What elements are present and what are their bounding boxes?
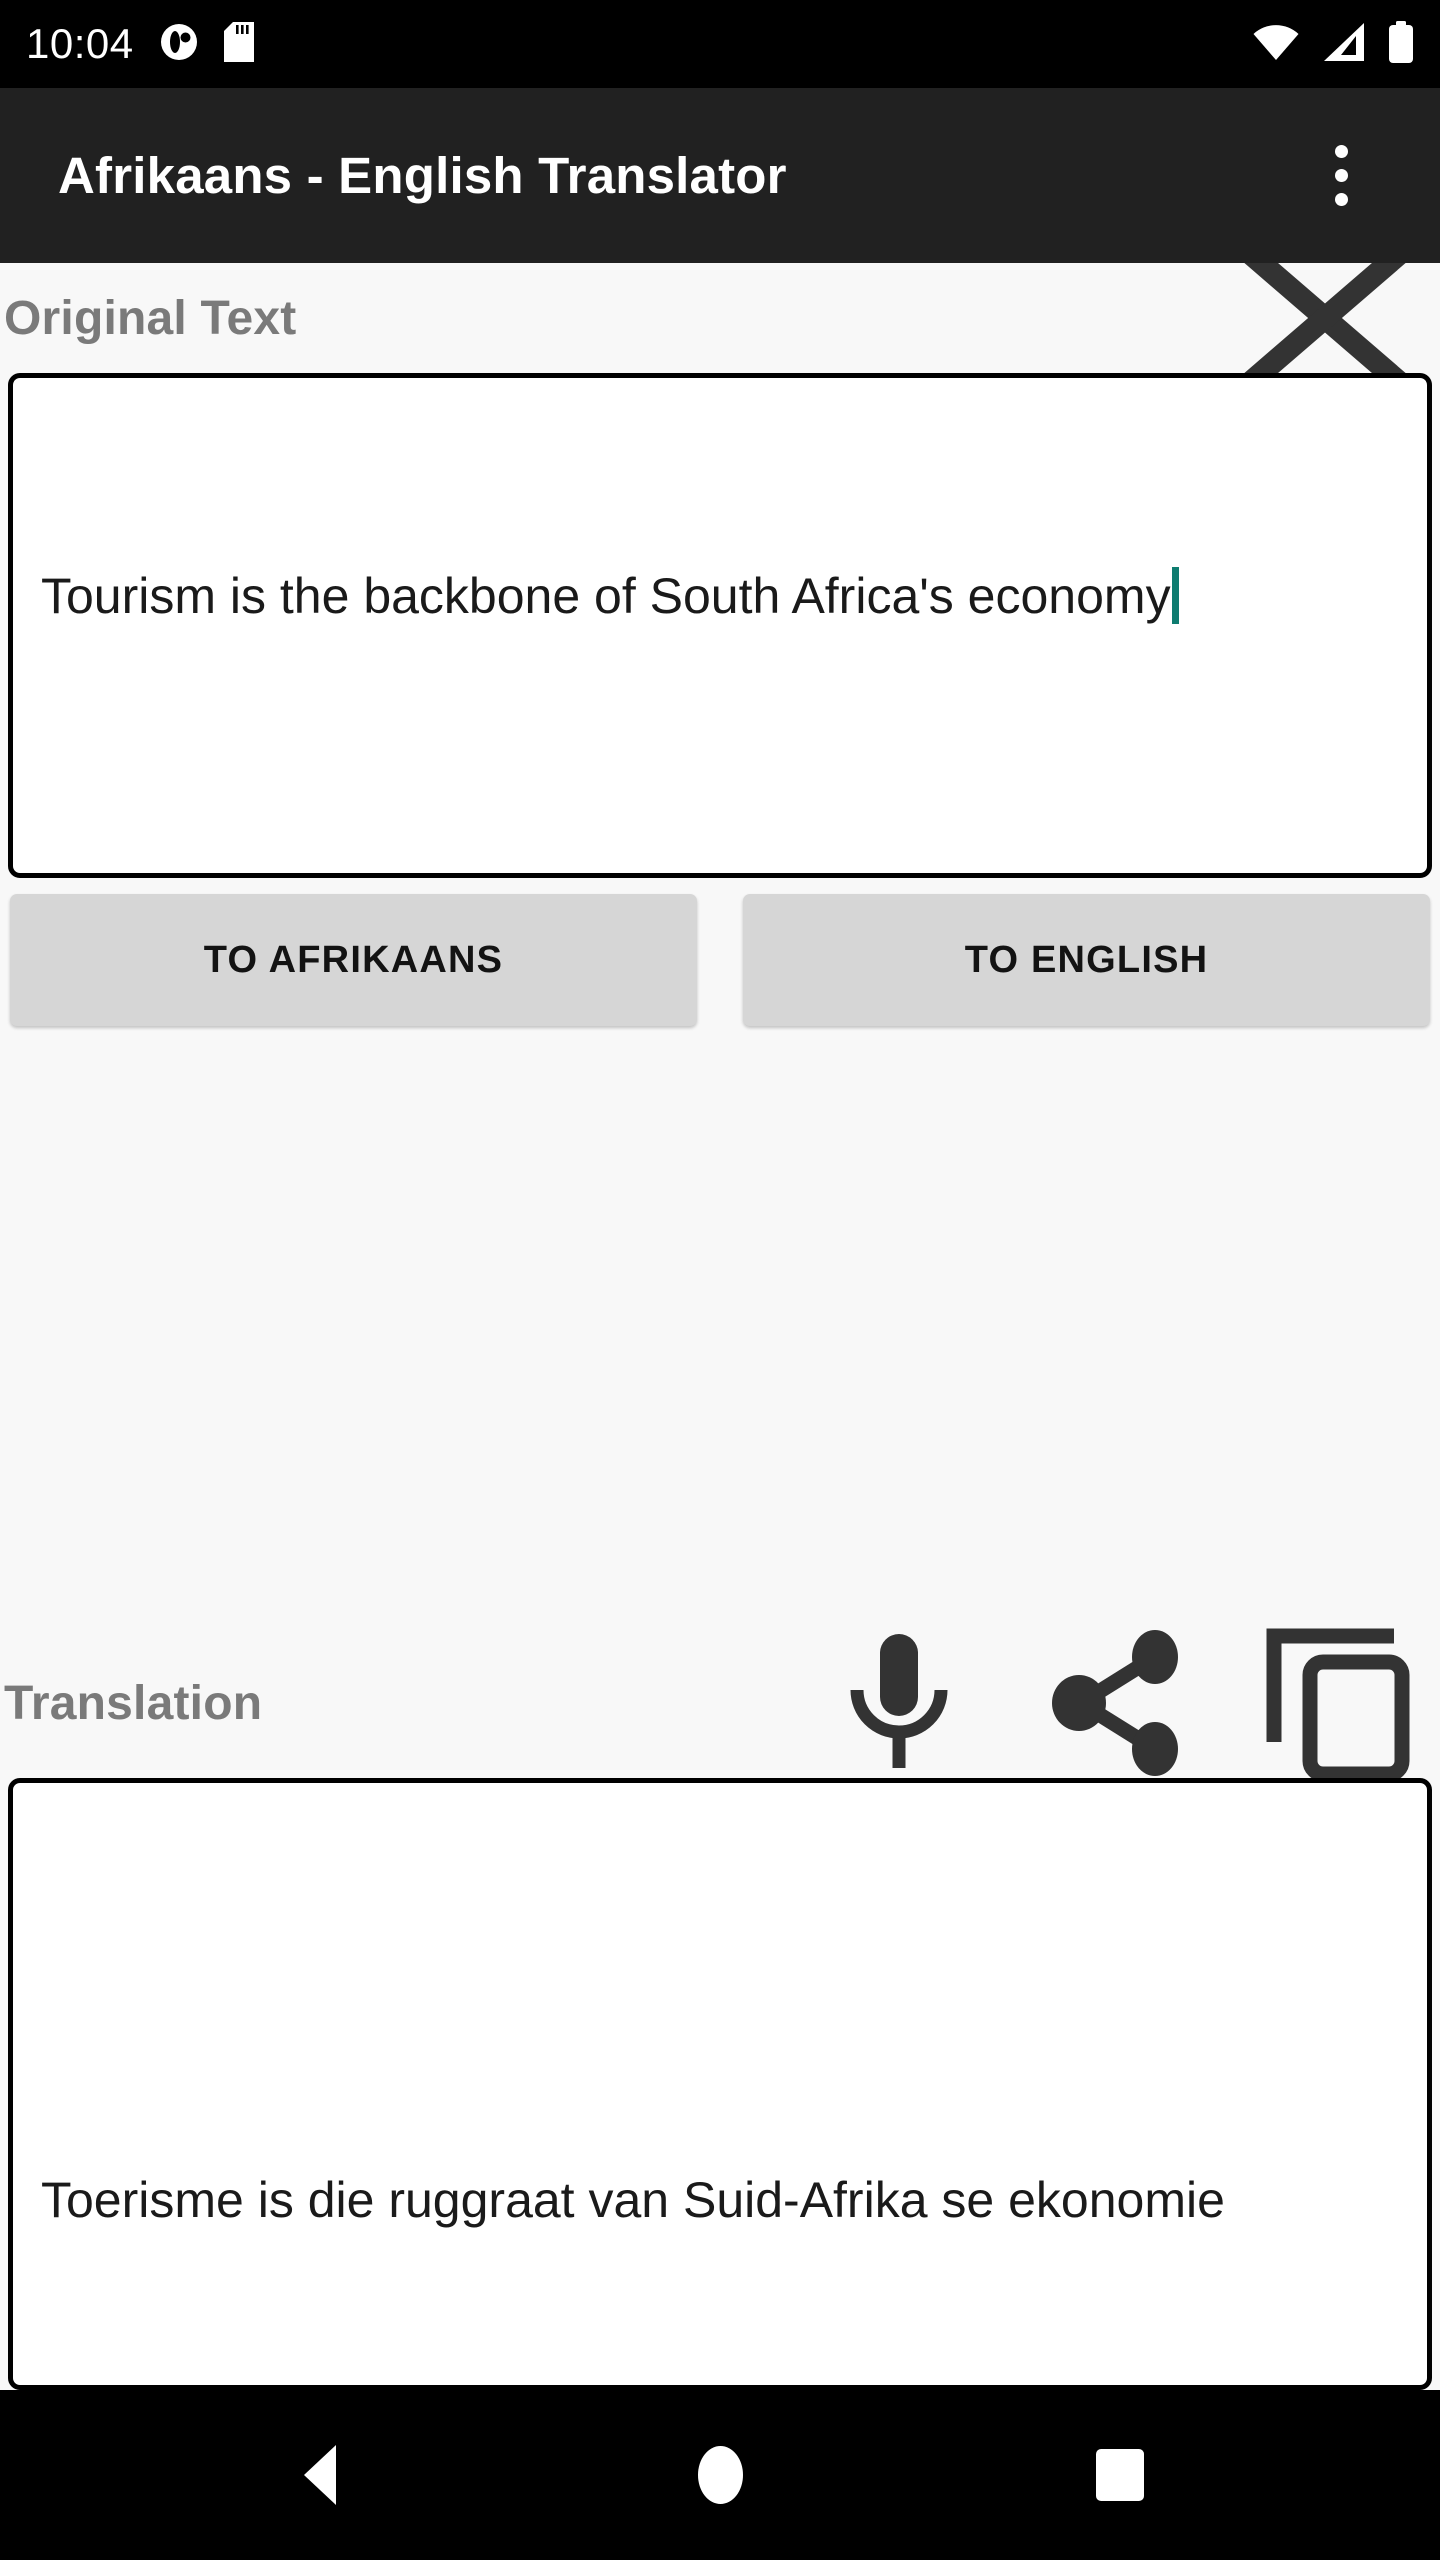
menu-dot: [1334, 169, 1348, 182]
to-afrikaans-button[interactable]: TO AFRIKAANS: [10, 894, 697, 1026]
close-x-icon[interactable]: [1230, 263, 1420, 373]
page-title: Afrikaans - English Translator: [58, 147, 787, 204]
app-notification-icon: [160, 23, 198, 66]
menu-dot: [1334, 145, 1348, 158]
copy-icon[interactable]: [1254, 1628, 1424, 1778]
wifi-icon: [1252, 22, 1300, 67]
translation-header: Translation: [0, 1628, 1440, 1778]
recents-square-icon[interactable]: [1060, 2415, 1180, 2535]
original-text-input[interactable]: Tourism is the backbone of South Africa'…: [8, 373, 1432, 878]
original-text-label: Original Text: [4, 291, 297, 345]
text-caret: [1171, 567, 1179, 624]
home-circle-icon[interactable]: [660, 2415, 780, 2535]
menu-dot: [1334, 193, 1348, 206]
back-triangle-icon[interactable]: [260, 2415, 380, 2535]
battery-icon: [1388, 20, 1414, 68]
status-bar-left: 10:04: [26, 20, 254, 67]
share-icon[interactable]: [1034, 1628, 1204, 1778]
translation-value: Toerisme is die ruggraat van Suid-Afrika…: [41, 2172, 1225, 2228]
cell-signal-icon: [1322, 22, 1366, 67]
status-bar: 10:04: [0, 0, 1440, 88]
original-text-actions: [1230, 263, 1420, 373]
sd-card-icon: [223, 21, 254, 67]
translation-label: Translation: [4, 1676, 263, 1730]
translation-actions: [814, 1628, 1430, 1778]
translation-output[interactable]: Toerisme is die ruggraat van Suid-Afrika…: [8, 1778, 1432, 2390]
phone-screen: 10:04 Afrikaans - English Translator Ori…: [0, 0, 1440, 2560]
original-text-header: Original Text: [0, 263, 1440, 373]
original-text-value: Tourism is the backbone of South Africa'…: [41, 564, 1393, 629]
status-clock: 10:04: [26, 20, 134, 67]
translate-button-row: TO AFRIKAANS TO ENGLISH: [0, 878, 1440, 1026]
android-nav-bar: [0, 2390, 1440, 2560]
main-content: Original Text Tourism is the backbone of…: [0, 263, 1440, 2390]
microphone-icon[interactable]: [814, 1628, 984, 1778]
layout-spacer: [0, 1026, 1440, 1628]
app-bar: Afrikaans - English Translator: [0, 88, 1440, 263]
status-bar-right: [1252, 20, 1414, 68]
to-english-button[interactable]: TO ENGLISH: [743, 894, 1430, 1026]
more-vertical-icon[interactable]: [1302, 137, 1380, 215]
